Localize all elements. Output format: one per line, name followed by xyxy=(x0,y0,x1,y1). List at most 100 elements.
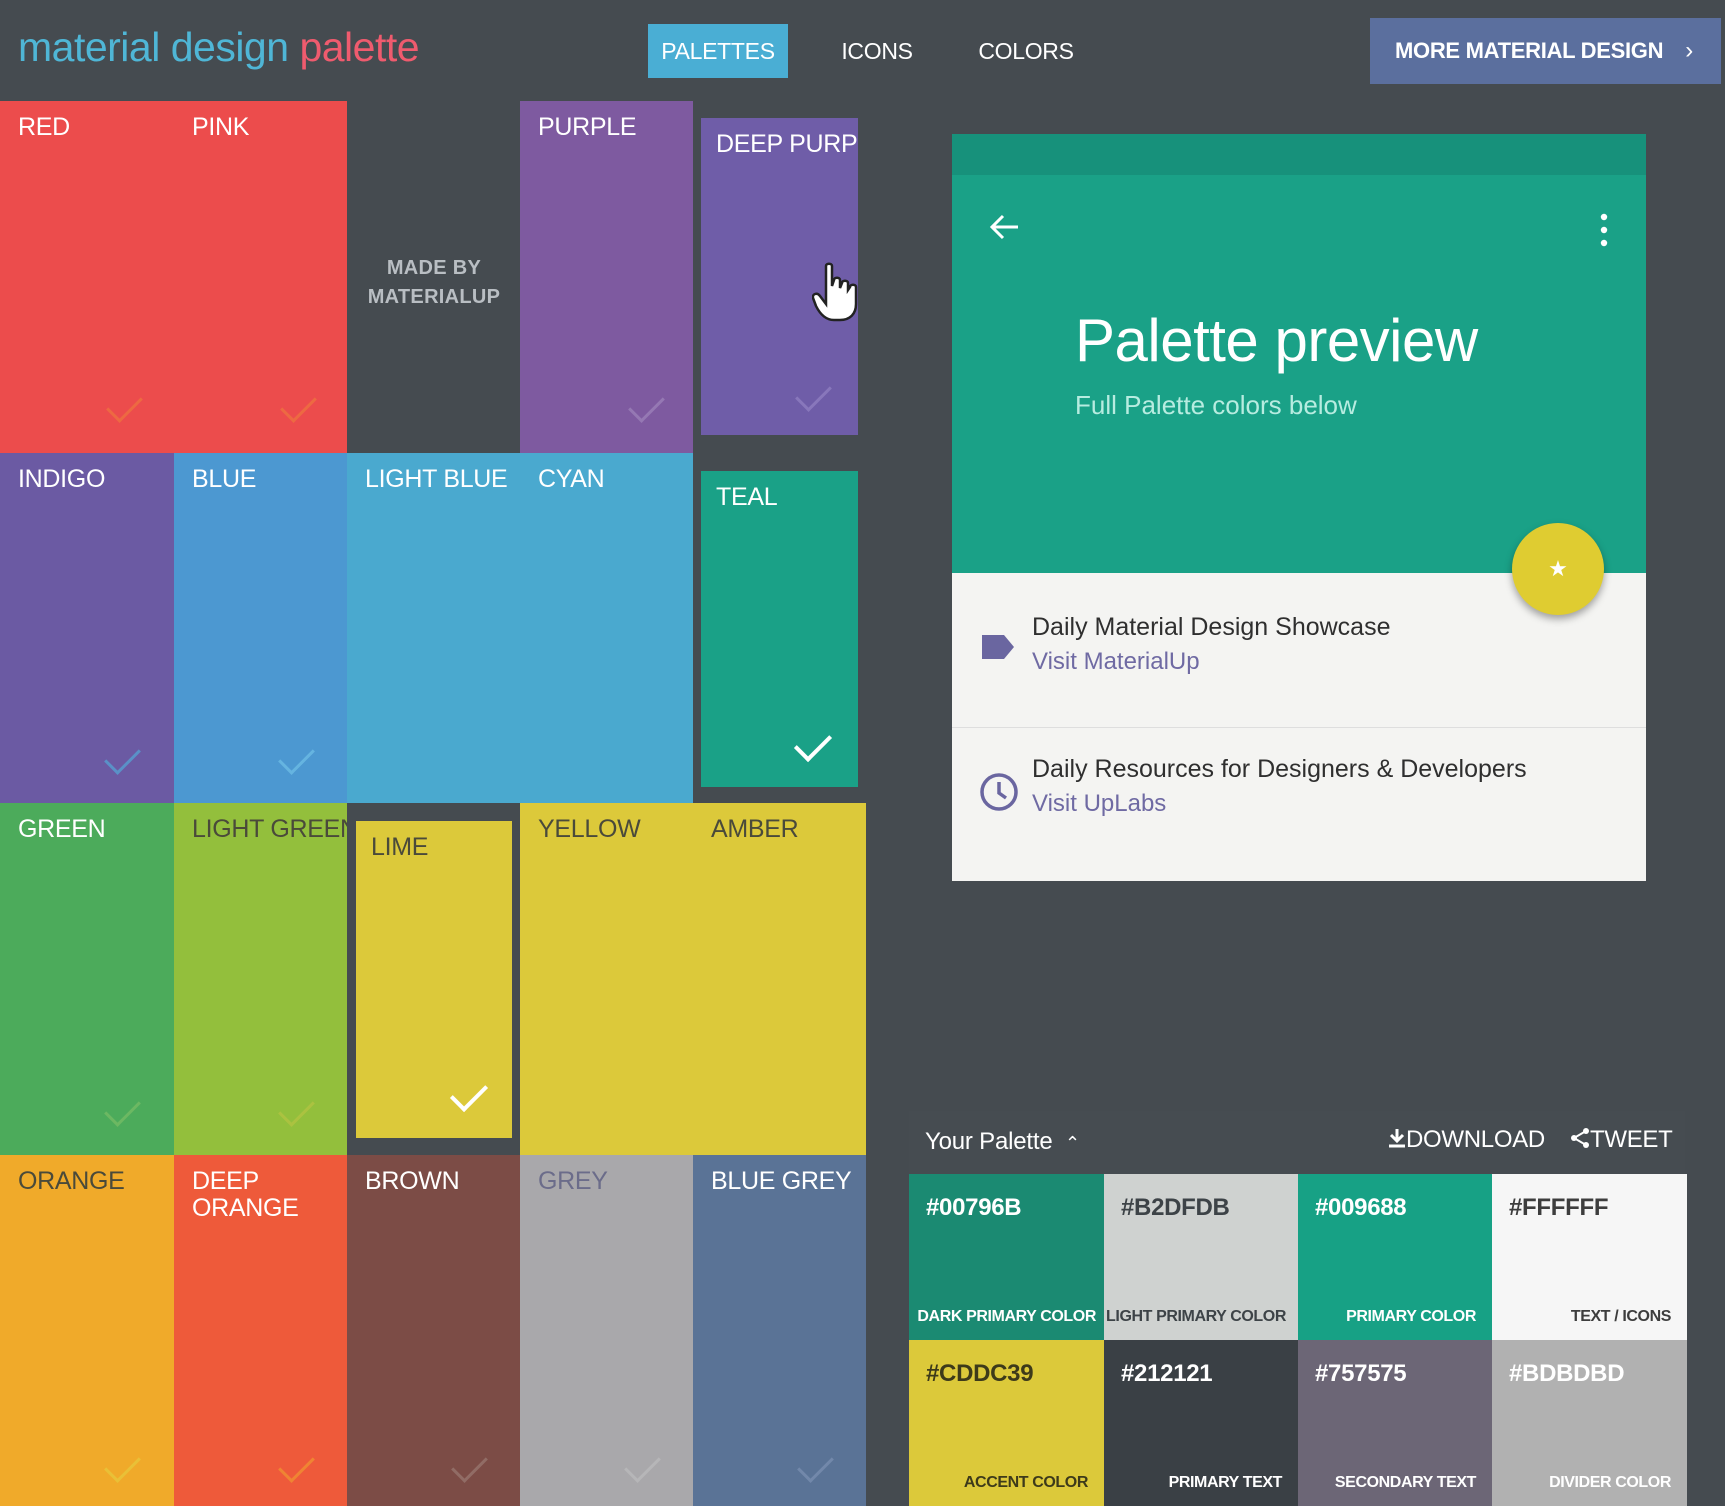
swatch-label: DEEP ORANGE xyxy=(192,1168,299,1222)
check-icon xyxy=(793,723,833,763)
swatch-label: RED xyxy=(18,113,70,141)
tweet-label: TWEET xyxy=(1590,1126,1673,1153)
download-button[interactable]: DOWNLOAD xyxy=(1388,1126,1545,1154)
made-by-line1: MADE BY xyxy=(386,257,482,279)
swatch-label: BLUE xyxy=(192,465,257,493)
swatch-label: CYAN xyxy=(538,465,605,493)
list-item-link[interactable]: Visit UpLabs xyxy=(1032,790,1527,818)
palette-cell-text-icons[interactable]: #FFFFFF TEXT / ICONS xyxy=(1492,1174,1687,1340)
palette-role: PRIMARY TEXT xyxy=(1168,1474,1283,1491)
palette-cell-light-primary[interactable]: #B2DFDB LIGHT PRIMARY COLOR xyxy=(1104,1174,1298,1340)
check-icon xyxy=(278,1446,315,1483)
chevron-up-icon: ⌃ xyxy=(1064,1133,1080,1153)
swatch-blue-grey[interactable]: BLUE GREY xyxy=(693,1155,866,1506)
chevron-right-icon: › xyxy=(1685,37,1693,64)
check-icon xyxy=(795,375,832,412)
palette-role: PRIMARY COLOR xyxy=(1346,1308,1476,1325)
swatch-label: LIGHT BLUE xyxy=(365,465,508,493)
tab-icons[interactable]: ICONS xyxy=(820,24,934,78)
swatch-label: BROWN xyxy=(365,1167,460,1195)
more-material-design-button[interactable]: MORE MATERIAL DESIGN › xyxy=(1370,18,1721,84)
palette-hex: #212121 xyxy=(1121,1360,1213,1387)
swatch-label: ORANGE xyxy=(18,1167,125,1195)
palette-role: LIGHT PRIMARY COLOR xyxy=(1106,1308,1286,1325)
swatch-indigo[interactable]: INDIGO xyxy=(0,453,174,803)
swatch-label-line1: DEEP xyxy=(192,1167,259,1195)
list-item-uplabs[interactable]: Daily Resources for Designers & Develope… xyxy=(1032,755,1527,818)
palette-cell-primary[interactable]: #009688 PRIMARY COLOR xyxy=(1298,1174,1492,1340)
arrow-left-icon[interactable] xyxy=(988,210,1022,244)
palette-role: ACCENT COLOR xyxy=(963,1474,1088,1491)
tweet-button[interactable]: TWEET xyxy=(1570,1126,1673,1154)
palette-cell-secondary-text[interactable]: #757575 SECONDARY TEXT xyxy=(1298,1340,1492,1506)
list-divider xyxy=(952,727,1646,728)
swatch-label: DEEP PURPLE xyxy=(716,130,858,158)
list-item-link[interactable]: Visit MaterialUp xyxy=(1032,648,1390,676)
swatch-purple[interactable]: PURPLE xyxy=(520,101,693,453)
logo-text-accent: palette xyxy=(299,24,420,70)
swatch-lime[interactable]: LIME xyxy=(356,821,512,1138)
swatch-light-green[interactable]: LIGHT GREEN xyxy=(174,803,347,1155)
app-logo[interactable]: material design palette xyxy=(18,24,420,71)
palette-hex: #CDDC39 xyxy=(926,1360,1034,1387)
fab-star-button[interactable]: ★ xyxy=(1512,523,1604,615)
palette-cell-dark-primary[interactable]: #00796B DARK PRIMARY COLOR xyxy=(909,1174,1104,1340)
swatch-label-line2: ORANGE xyxy=(192,1194,299,1222)
palette-hex: #009688 xyxy=(1315,1194,1407,1221)
swatch-brown[interactable]: BROWN xyxy=(347,1155,520,1506)
swatch-deep-orange[interactable]: DEEP ORANGE xyxy=(174,1155,347,1506)
palette-hex: #00796B xyxy=(926,1194,1022,1221)
swatch-label: INDIGO xyxy=(18,465,106,493)
list-item-title: Daily Resources for Designers & Develope… xyxy=(1032,755,1527,783)
swatch-cyan[interactable]: CYAN xyxy=(520,453,693,803)
swatch-teal[interactable]: TEAL xyxy=(701,471,858,787)
preview-title: Palette preview xyxy=(1075,307,1478,374)
swatch-label: LIGHT GREEN xyxy=(192,815,347,843)
palette-cell-accent[interactable]: #CDDC39 ACCENT COLOR xyxy=(909,1340,1104,1506)
swatch-amber[interactable]: AMBER xyxy=(693,803,866,1155)
palette-role: SECONDARY TEXT xyxy=(1334,1474,1476,1491)
swatch-red[interactable]: RED xyxy=(0,101,174,453)
tab-colors[interactable]: COLORS xyxy=(966,24,1086,78)
swatch-grey[interactable]: GREY xyxy=(520,1155,693,1506)
swatch-label: PINK xyxy=(192,113,250,141)
swatch-label: BLUE GREY xyxy=(711,1167,852,1195)
swatch-label: YELLOW xyxy=(538,815,641,843)
check-icon xyxy=(280,386,317,423)
more-vert-icon[interactable] xyxy=(1594,212,1614,248)
swatch-orange[interactable]: ORANGE xyxy=(0,1155,174,1506)
palette-cell-primary-text[interactable]: #212121 PRIMARY TEXT xyxy=(1104,1340,1298,1506)
check-icon xyxy=(624,1446,661,1483)
preview-status-bar xyxy=(952,134,1646,175)
palette-role: DIVIDER COLOR xyxy=(1549,1474,1671,1491)
your-palette-toggle[interactable]: Your Palette ⌃ xyxy=(925,1128,1080,1156)
swatch-blue[interactable]: BLUE xyxy=(174,453,347,803)
swatch-light-blue[interactable]: LIGHT BLUE xyxy=(347,453,520,803)
more-material-design-label: MORE MATERIAL DESIGN xyxy=(1395,38,1664,63)
palette-hex: #757575 xyxy=(1315,1360,1407,1387)
list-item-materialup[interactable]: Daily Material Design Showcase Visit Mat… xyxy=(1032,613,1390,676)
your-palette-title: Your Palette xyxy=(925,1128,1053,1155)
download-icon xyxy=(1389,1129,1405,1148)
swatch-label: GREEN xyxy=(18,815,106,843)
label-tag-icon xyxy=(982,635,1014,659)
palette-cell-divider[interactable]: #BDBDBD DIVIDER COLOR xyxy=(1492,1340,1687,1506)
palette-hex: #BDBDBD xyxy=(1509,1360,1625,1387)
hand-cursor-icon xyxy=(812,262,858,322)
swatch-pink[interactable]: PINK xyxy=(174,101,347,453)
check-icon xyxy=(104,738,141,775)
logo-text-primary: material design xyxy=(18,24,289,70)
palette-hex: #B2DFDB xyxy=(1121,1194,1230,1221)
check-icon xyxy=(104,1090,141,1127)
clock-icon xyxy=(980,773,1018,811)
check-icon xyxy=(451,1446,488,1483)
check-icon xyxy=(278,1090,315,1127)
check-icon xyxy=(628,386,665,423)
palette-role: DARK PRIMARY COLOR xyxy=(917,1308,1096,1325)
check-icon xyxy=(797,1446,834,1483)
star-icon: ★ xyxy=(1548,556,1568,581)
made-by-materialup[interactable]: MADE BY MATERIALUP xyxy=(347,254,521,312)
tab-palettes[interactable]: PALETTES xyxy=(648,24,788,78)
swatch-yellow[interactable]: YELLOW xyxy=(520,803,693,1155)
swatch-green[interactable]: GREEN xyxy=(0,803,174,1155)
